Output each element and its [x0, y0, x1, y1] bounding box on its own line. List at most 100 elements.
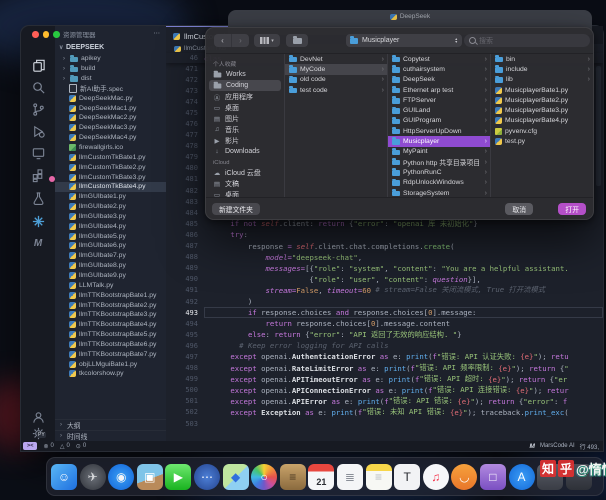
marscode-label[interactable]: MarsCode AI — [540, 443, 575, 449]
tree-item-objLLMguiBate1.py[interactable]: objLLMguiBate1.py — [55, 359, 166, 369]
explorer-icon[interactable] — [29, 56, 47, 74]
tree-item-dist[interactable]: › dist — [55, 74, 166, 84]
tree-item-新AI助手.spec[interactable]: 新AI助手.spec — [55, 83, 166, 93]
finder-icon[interactable]: ☺ — [51, 463, 77, 490]
app-store-icon[interactable]: A — [508, 463, 535, 490]
column3-item-test.py[interactable]: test.py — [491, 136, 593, 146]
column2-item-Musicplayer[interactable]: Musicplayer › — [388, 136, 490, 147]
plugin-icon[interactable] — [29, 212, 47, 230]
messages-icon[interactable]: ⋯ — [193, 463, 220, 490]
path-selector[interactable]: Musicplayer ▲ ▼ — [346, 34, 462, 47]
tree-item-llmGUIbate4.py[interactable]: llmGUIbate4.py — [55, 221, 166, 231]
remote-explorer-icon[interactable] — [29, 144, 47, 162]
favorite-音乐[interactable]: ♫ 音乐 — [209, 124, 281, 135]
preview-icon[interactable]: ▣ — [136, 463, 163, 490]
column2-item-MyPaint[interactable]: MyPaint › — [388, 147, 490, 157]
favorite-桌面[interactable]: ▭ 桌面 — [209, 189, 281, 198]
tree-item-apikey[interactable]: › apikey — [55, 54, 166, 64]
sidebar-section-时间线[interactable]: › 时间线 — [55, 430, 166, 441]
books-icon[interactable]: ◡ — [451, 463, 478, 490]
extensions-icon[interactable] — [29, 166, 55, 184]
maximize-button[interactable] — [53, 31, 60, 38]
favorite-iCloud 云盘[interactable]: ☁ iCloud 云盘 — [209, 167, 281, 178]
tree-item-tkcolorshow.py[interactable]: tkcolorshow.py — [55, 369, 166, 379]
tree-item-llmGUIbate5.py[interactable]: llmGUIbate5.py — [55, 231, 166, 241]
forward-button[interactable]: › — [231, 34, 249, 47]
tree-item-llmCustomTkBate1.py[interactable]: llmCustomTkBate1.py — [55, 152, 166, 162]
column3-item-MusicplayerBate1.py[interactable]: MusicplayerBate1.py — [491, 85, 593, 95]
favorite-Works[interactable]: Works — [209, 69, 281, 80]
reminders-icon[interactable]: ≣ — [336, 463, 363, 490]
tree-item-llmTTKBootstrapBate4.py[interactable]: llmTTKBootstrapBate4.py — [55, 320, 166, 330]
close-button[interactable] — [32, 31, 39, 38]
run-debug-icon[interactable] — [29, 122, 47, 140]
column2-item-Python http 共享目录项目[interactable]: Python http 共享目录项目 › — [388, 157, 490, 167]
column3-item-bin[interactable]: bin › — [491, 54, 593, 64]
remote-indicator[interactable]: >< — [23, 442, 38, 450]
tree-item-llmCustomTkBate4.py[interactable]: llmCustomTkBate4.py — [55, 181, 166, 192]
favorite-Coding[interactable]: Coding — [209, 80, 281, 91]
tree-item-llmGUIbate8.py[interactable]: llmGUIbate8.py — [55, 261, 166, 271]
testing-icon[interactable] — [29, 189, 47, 207]
search-icon[interactable] — [29, 78, 47, 96]
column3-item-MusicplayerBate2.py[interactable]: MusicplayerBate2.py — [491, 95, 593, 105]
tree-item-llmTTKBootstrapBate2.py[interactable]: llmTTKBootstrapBate2.py — [55, 300, 166, 310]
marscode-icon[interactable]: M — [29, 234, 47, 252]
tree-item-llmTTKBootstrapBate7.py[interactable]: llmTTKBootstrapBate7.py — [55, 349, 166, 359]
maps-icon[interactable]: ◆ — [222, 463, 249, 490]
back-button[interactable]: ‹ — [214, 34, 231, 47]
tree-item-llmGUIbate1.py[interactable]: llmGUIbate1.py — [55, 192, 166, 202]
column2-item-FTPServer[interactable]: FTPServer › — [388, 95, 490, 105]
column2-item-Copytest[interactable]: Copytest › — [388, 54, 490, 64]
new-folder-button[interactable]: 新建文件夹 — [212, 203, 260, 215]
favorite-影片[interactable]: ▶ 影片 — [209, 135, 281, 146]
calendar-icon[interactable]: 21 — [308, 463, 335, 490]
launchpad-icon[interactable]: ✈ — [79, 463, 106, 490]
tree-item-DeepSeekMac2.py[interactable]: DeepSeekMac2.py — [55, 113, 166, 123]
ports-indicator[interactable]: ⊙ 0 — [76, 443, 86, 450]
view-mode-button[interactable]: ▾ — [254, 34, 280, 47]
minimize-button[interactable] — [42, 31, 49, 38]
textedit-icon[interactable]: T — [394, 463, 421, 490]
column1-item-test code[interactable]: test code › — [285, 85, 387, 95]
column3-item-lib[interactable]: lib › — [491, 75, 593, 85]
tree-item-DeepSeekMac4.py[interactable]: DeepSeekMac4.py — [55, 133, 166, 143]
column2-item-Ethernet arp test[interactable]: Ethernet arp test › — [388, 85, 490, 95]
tree-item-llmGUIbate9.py[interactable]: llmGUIbate9.py — [55, 271, 166, 281]
column2-item-PythonRunC[interactable]: PythonRunC › — [388, 167, 490, 177]
notes-icon[interactable]: ≡ — [365, 463, 392, 490]
favorite-文稿[interactable]: ▤ 文稿 — [209, 178, 281, 189]
column2-item-StorageSystem[interactable]: StorageSystem › — [388, 188, 490, 197]
photos-icon[interactable]: ○ — [251, 463, 278, 490]
problems-warnings[interactable]: △ 0 — [60, 443, 70, 450]
column3-item-MusicplayerBate4.py[interactable]: MusicplayerBate4.py — [491, 116, 593, 126]
tree-item-llmGUIbate7.py[interactable]: llmGUIbate7.py — [55, 251, 166, 261]
sidebar-section-大纲[interactable]: › 大纲 — [55, 419, 166, 430]
root-folder-row[interactable]: ∨ DEEPSEEK — [59, 42, 166, 52]
column1-item-old code[interactable]: old code › — [285, 75, 387, 85]
column2-item-DeepSeek[interactable]: DeepSeek › — [388, 75, 490, 85]
source-control-icon[interactable] — [29, 100, 47, 118]
tree-item-firewallgirls.ico[interactable]: firewallgirls.ico — [55, 143, 166, 153]
tree-item-build[interactable]: › build — [55, 64, 166, 74]
automator-icon[interactable]: □ — [479, 463, 506, 490]
problems-errors[interactable]: ⊗ 0 — [43, 443, 53, 450]
tree-item-llmGUIbate2.py[interactable]: llmGUIbate2.py — [55, 202, 166, 212]
tree-item-DeepSeekMac3.py[interactable]: DeepSeekMac3.py — [55, 123, 166, 133]
tree-item-LLMTalk.py[interactable]: LLMTalk.py — [55, 280, 166, 290]
favorite-应用程序[interactable]: Ⓐ 应用程序 — [209, 91, 281, 102]
column2-item-cuthairsystem[interactable]: cuthairsystem › — [388, 64, 490, 74]
column2-item-GUILand[interactable]: GUILand › — [388, 105, 490, 115]
column3-item-include[interactable]: include › — [491, 64, 593, 74]
cursor-position[interactable]: 行 493, — [580, 442, 599, 451]
cancel-button[interactable]: 取消 — [505, 203, 533, 215]
tree-item-DeepSeekMac.py[interactable]: DeepSeekMac.py — [55, 93, 166, 103]
more-actions-icon[interactable]: ⋯ — [154, 29, 161, 39]
facetime-icon[interactable]: ▶ — [165, 463, 192, 490]
tree-item-llmGUIbate6.py[interactable]: llmGUIbate6.py — [55, 241, 166, 251]
favorite-图片[interactable]: ▤ 图片 — [209, 113, 281, 124]
column1-item-DevNet[interactable]: DevNet › — [285, 54, 387, 64]
music-icon[interactable]: ♫ — [422, 463, 449, 490]
tree-item-llmTTKBootstrapBate1.py[interactable]: llmTTKBootstrapBate1.py — [55, 290, 166, 300]
tree-item-llmTTKBootstrapBate6.py[interactable]: llmTTKBootstrapBate6.py — [55, 339, 166, 349]
